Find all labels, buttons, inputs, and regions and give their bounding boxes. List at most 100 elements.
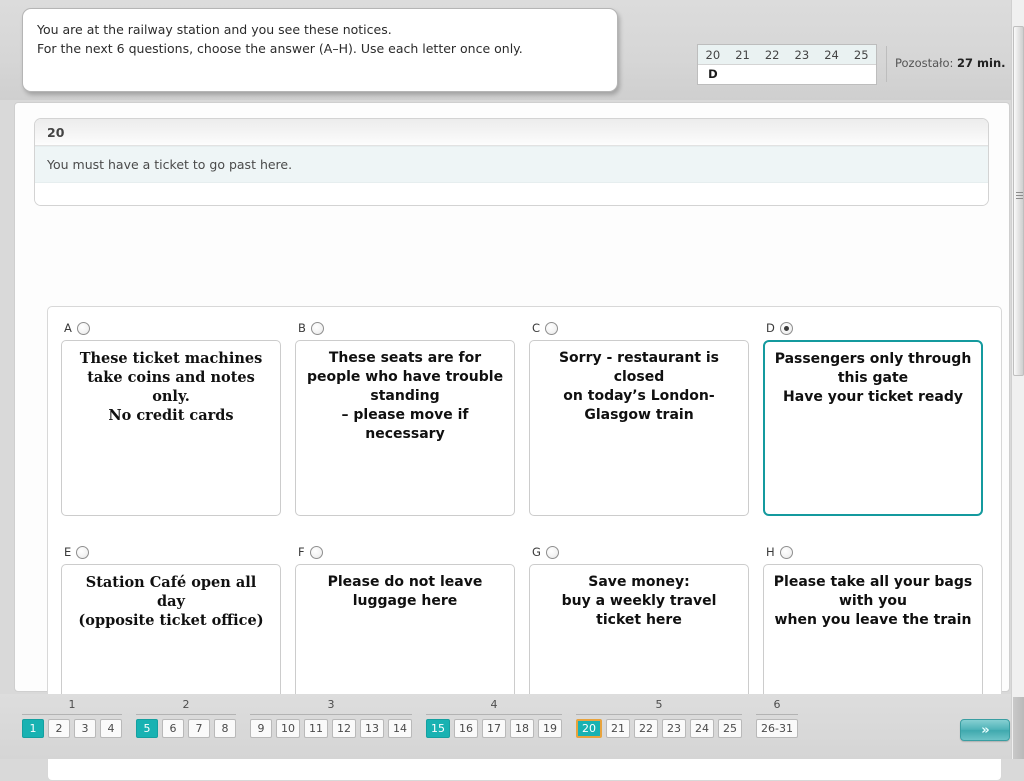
radio-button-a[interactable] [76,321,90,335]
answer-grid-qnum-21[interactable]: 21 [728,45,758,64]
option-b-notice[interactable]: These seats are for people who have trou… [295,340,515,516]
instruction-panel: You are at the railway station and you s… [22,8,618,92]
option-letter-d: D [766,321,775,335]
pagination-group-6: 6 26-31 [756,698,798,738]
question-block: 20 You must have a ticket to go past her… [34,118,989,206]
pagination-item-16[interactable]: 16 [454,719,478,738]
option-d[interactable]: D Passengers only through this gate Have y… [763,319,983,516]
pagination-item-7[interactable]: 7 [188,719,210,738]
pagination-group-label-5: 5 [655,698,663,711]
answer-grid-value-21 [728,65,758,84]
answer-grid-value-25 [846,65,876,84]
pagination-item-11[interactable]: 11 [304,719,328,738]
pagination-item-3[interactable]: 3 [74,719,96,738]
answer-grid-value-24 [817,65,847,84]
pagination-item-8[interactable]: 8 [214,719,236,738]
pagination-item-22[interactable]: 22 [634,719,658,738]
pagination-item-17[interactable]: 17 [482,719,506,738]
option-f-header: F [295,543,515,561]
pagination-group-rule [22,714,122,715]
main-content-card: 20 You must have a ticket to go past her… [14,102,1010,781]
pagination-group-3: 3 9 10 11 12 13 14 [250,698,412,738]
option-h-header: H [763,543,983,561]
pagination-group-2: 2 5678 [136,698,236,738]
option-c-header: C [529,319,749,337]
pagination-item-15[interactable]: 15 [426,719,450,738]
radio-button-g[interactable] [545,545,559,559]
option-letter-b: B [298,321,306,335]
time-remaining-value: 27 min. [957,56,1006,70]
option-c-line-2: on today’s London-Glasgow train [563,388,715,423]
option-b-line-2: – please move if necessary [341,407,469,442]
option-b[interactable]: B These seats are for people who have tro… [295,319,515,516]
pagination-items: 1234 [22,719,122,738]
option-g-header: G [529,543,749,561]
option-a-notice[interactable]: These ticket machines take coins and not… [61,340,281,516]
time-remaining: Pozostało: 27 min. [895,56,1006,70]
pagination-items: 15 16 17 18 19 [426,719,562,738]
pagination-item-10[interactable]: 10 [276,719,300,738]
pagination-items: 26-31 [756,719,798,738]
option-g-line-1: Save money: [588,574,690,590]
option-c-line-1: Sorry - restaurant is closed [558,350,720,385]
option-e-line-2: (opposite ticket office) [78,612,264,629]
pagination-item-18[interactable]: 18 [510,719,534,738]
pagination-group-5: 5 20 21 22 23 24 25 [576,698,742,738]
top-header-area: You are at the railway station and you s… [0,0,1024,100]
radio-button-d[interactable] [779,321,793,335]
pagination-item-26-31[interactable]: 26-31 [756,719,798,738]
option-e-line-1: Station Café open all day [85,574,257,610]
pagination-group-rule [136,714,236,715]
answer-grid-qnum-20[interactable]: 20 [698,45,728,64]
pagination-item-23[interactable]: 23 [662,719,686,738]
pagination-item-20[interactable]: 20 [576,719,602,738]
answer-grid-qnum-23[interactable]: 23 [787,45,817,64]
option-b-header: B [295,319,515,337]
radio-button-h[interactable] [779,545,793,559]
pagination-item-12[interactable]: 12 [332,719,356,738]
time-remaining-label: Pozostało: [895,56,954,70]
pagination-item-14[interactable]: 14 [388,719,412,738]
pagination-item-1[interactable]: 1 [22,719,44,738]
option-d-notice[interactable]: Passengers only through this gate Have yo… [763,340,983,516]
pagination-items: 5678 [136,719,236,738]
pagination-item-25[interactable]: 25 [718,719,742,738]
pagination-item-5[interactable]: 5 [136,719,158,738]
page-scrollbar[interactable] [1011,0,1024,759]
pagination-item-19[interactable]: 19 [538,719,562,738]
option-d-line-2: Have your ticket ready [783,389,963,405]
option-letter-e: E [64,545,72,559]
pagination-group-4: 4 15 16 17 18 19 [426,698,562,738]
radio-button-c[interactable] [545,321,559,335]
answer-grid-value-20: D [708,67,718,81]
option-letter-g: G [532,545,541,559]
radio-button-e[interactable] [76,545,90,559]
pagination-group-label-4: 4 [490,698,498,711]
answer-grid-qnum-24[interactable]: 24 [817,45,847,64]
header-divider [886,46,887,82]
pagination-item-21[interactable]: 21 [606,719,630,738]
next-page-button[interactable]: » [960,719,1010,741]
answer-grid-qnum-25[interactable]: 25 [846,45,876,64]
scrollbar-track-bottom[interactable] [1013,697,1024,759]
answer-summary-grid[interactable]: 20 21 22 23 24 25 D [697,44,877,85]
scrollbar-thumb[interactable] [1013,26,1024,376]
option-a-header: A [61,319,281,337]
pagination-item-13[interactable]: 13 [360,719,384,738]
pagination-item-9[interactable]: 9 [250,719,272,738]
option-c-notice[interactable]: Sorry - restaurant is closed on today’s L… [529,340,749,516]
radio-button-f[interactable] [309,545,323,559]
pagination-group-rule [756,714,798,715]
option-a[interactable]: A These ticket machines take coins and no… [61,319,281,516]
radio-button-b[interactable] [310,321,324,335]
pagination-item-24[interactable]: 24 [690,719,714,738]
option-c[interactable]: C Sorry - restaurant is closed on today’s … [529,319,749,516]
answer-grid-value-22 [757,65,787,84]
question-block-spacer [35,183,988,205]
answer-grid-value-23 [787,65,817,84]
pagination-groups: 1 1 2 3 4 2 5 6 7 8 3 9 10 11 12 13 14 4 15 16 17 18 19 5 20 21 22… [22,698,812,738]
answer-grid-qnum-22[interactable]: 22 [757,45,787,64]
pagination-item-2[interactable]: 2 [48,719,70,738]
pagination-item-6[interactable]: 6 [162,719,184,738]
pagination-item-4[interactable]: 4 [100,719,122,738]
